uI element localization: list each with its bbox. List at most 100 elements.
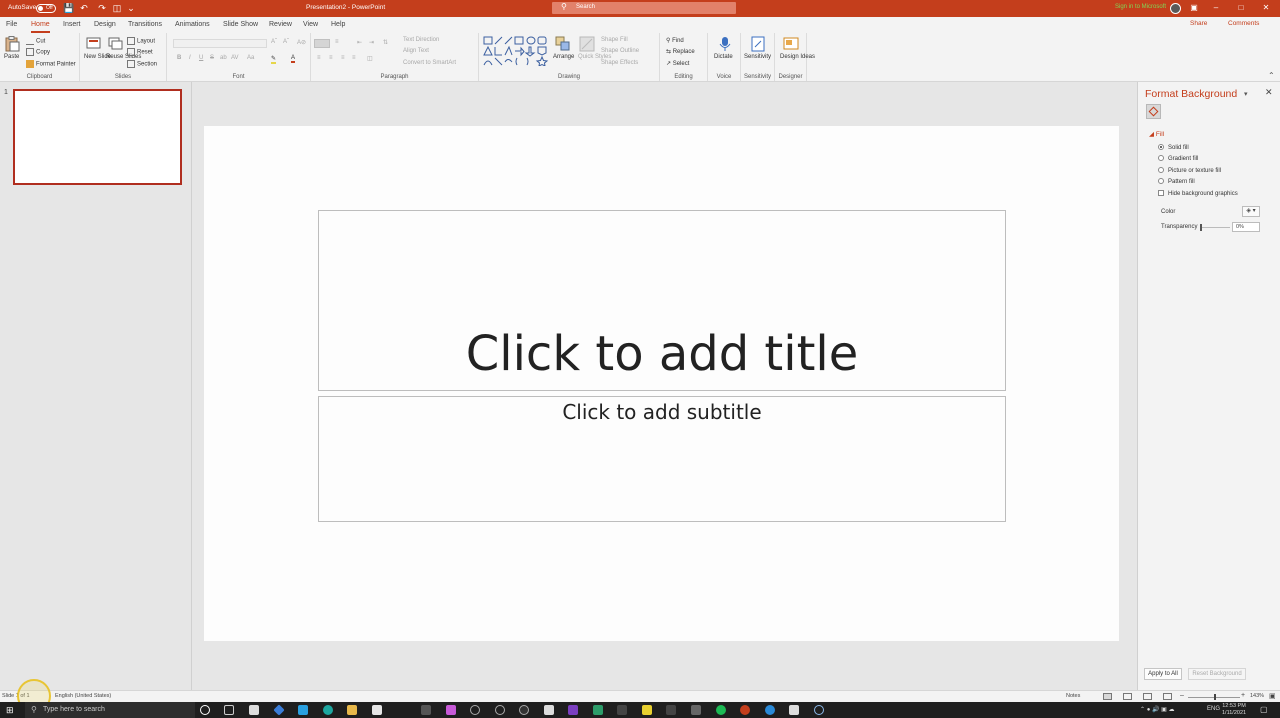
reset-button[interactable]: Reset <box>127 48 153 56</box>
taskbar-app-icon[interactable] <box>519 705 529 715</box>
fill-category-icon[interactable] <box>1146 104 1161 119</box>
sensitivity-button[interactable]: Sensitivity <box>744 54 771 60</box>
italic-button[interactable]: I <box>189 55 191 61</box>
undo-icon[interactable]: ↶ <box>79 3 89 13</box>
powerpoint-icon[interactable] <box>740 705 750 715</box>
align-right-icon[interactable]: ≡ <box>341 55 345 61</box>
fill-section-header[interactable]: ◢ Fill <box>1149 130 1164 138</box>
shape-effects-button[interactable]: Shape Effects <box>601 60 638 66</box>
taskbar-app-icon[interactable] <box>617 705 627 715</box>
spotify-icon[interactable] <box>716 705 726 715</box>
text-shadow-button[interactable]: ab <box>220 55 227 61</box>
shape-fill-button[interactable]: Shape Fill <box>601 37 628 43</box>
find-button[interactable]: ⚲ Find <box>666 37 684 44</box>
notes-button[interactable]: Notes <box>1066 693 1080 699</box>
shape-outline-button[interactable]: Shape Outline <box>601 48 639 54</box>
replace-button[interactable]: ⇆ Replace <box>666 48 695 55</box>
maximize-icon[interactable]: □ <box>1234 2 1248 14</box>
justify-icon[interactable]: ≡ <box>352 55 356 61</box>
start-from-beginning-icon[interactable]: ◫ <box>112 3 122 13</box>
tab-animations[interactable]: Animations <box>175 20 210 33</box>
zoom-out-icon[interactable]: – <box>1180 692 1184 699</box>
share-button[interactable]: Share <box>1190 20 1207 27</box>
pane-close-icon[interactable]: ✕ <box>1265 87 1273 98</box>
tab-help[interactable]: Help <box>331 20 345 33</box>
bullets-icon[interactable] <box>314 39 330 48</box>
section-button[interactable]: Section <box>127 60 157 68</box>
convert-smartart-button[interactable]: Convert to SmartArt <box>403 60 456 66</box>
zoom-in-icon[interactable]: + <box>1241 692 1245 699</box>
comments-button[interactable]: Comments <box>1228 20 1259 27</box>
taskbar-app-icon[interactable] <box>568 705 578 715</box>
taskbar-app-icon[interactable] <box>593 705 603 715</box>
increase-indent-icon[interactable]: ⇥ <box>369 39 374 46</box>
autosave-toggle[interactable]: Off <box>36 4 56 13</box>
transparency-input[interactable]: 0% <box>1232 222 1260 232</box>
avatar[interactable] <box>1170 3 1181 14</box>
slide-show-view-icon[interactable] <box>1163 693 1172 700</box>
cut-button[interactable]: Cut <box>26 37 45 45</box>
tab-slide-show[interactable]: Slide Show <box>223 20 258 33</box>
reading-view-icon[interactable] <box>1143 693 1152 700</box>
zoom-level[interactable]: 143% <box>1250 693 1264 699</box>
taskbar-app-icon[interactable] <box>273 704 285 716</box>
cortana-icon[interactable] <box>200 705 210 715</box>
windows-start-icon[interactable]: ⊞ <box>6 705 14 716</box>
shapes-gallery[interactable] <box>483 36 549 66</box>
arrange-button[interactable]: Arrange <box>553 54 574 60</box>
taskbar-app-icon[interactable] <box>691 705 701 715</box>
taskbar-app-icon[interactable] <box>544 705 554 715</box>
fit-to-window-icon[interactable]: ▣ <box>1269 692 1276 700</box>
customize-toolbar-icon[interactable]: ⌄ <box>126 3 136 13</box>
increase-font-icon[interactable]: Aˆ <box>271 39 277 45</box>
ribbon-display-options-icon[interactable]: ▣ <box>1187 2 1201 14</box>
copy-button[interactable]: Copy <box>26 48 50 56</box>
system-tray-icons[interactable]: ⌃ ● 🔊 ▣ ☁ <box>1140 706 1174 713</box>
font-color-icon[interactable]: A <box>291 55 296 63</box>
reset-background-button[interactable]: Reset Background <box>1188 668 1246 680</box>
solid-fill-radio[interactable]: Solid fill <box>1158 144 1189 151</box>
select-button[interactable]: ↗ Select <box>666 60 689 67</box>
change-case-button[interactable]: Aa <box>247 55 254 61</box>
input-language[interactable]: ENG <box>1207 706 1220 712</box>
decrease-font-icon[interactable]: Aˇ <box>283 39 289 45</box>
taskbar-app-icon[interactable] <box>446 705 456 715</box>
pane-options-chevron-icon[interactable]: ▾ <box>1244 90 1248 98</box>
pattern-fill-radio[interactable]: Pattern fill <box>1158 178 1195 185</box>
picture-texture-fill-radio[interactable]: Picture or texture fill <box>1158 167 1221 174</box>
font-name-dropdown[interactable] <box>173 39 267 48</box>
character-spacing-button[interactable]: AV <box>231 55 239 61</box>
slide-thumbnail[interactable] <box>13 89 182 185</box>
highlight-color-icon[interactable]: ✎ <box>271 55 277 64</box>
taskbar-app-icon[interactable] <box>789 705 799 715</box>
layout-button[interactable]: Layout <box>127 37 155 45</box>
design-ideas-button[interactable]: Design Ideas <box>780 54 815 61</box>
bold-button[interactable]: B <box>177 55 181 61</box>
dictate-button[interactable]: Dictate <box>714 54 733 60</box>
taskbar-app-icon[interactable] <box>470 705 480 715</box>
tab-file[interactable]: File <box>6 20 17 33</box>
paste-button[interactable]: Paste <box>4 54 19 60</box>
system-clock[interactable]: 12:53 PM 1/11/2021 <box>1222 703 1246 717</box>
align-left-icon[interactable]: ≡ <box>317 55 321 61</box>
underline-button[interactable]: U <box>199 55 203 61</box>
tab-view[interactable]: View <box>303 20 318 33</box>
user-name[interactable]: Sign in to Microsoft <box>1115 4 1166 10</box>
columns-icon[interactable]: ◫ <box>367 55 373 62</box>
normal-view-icon[interactable] <box>1103 693 1112 700</box>
zoom-slider-knob[interactable] <box>1214 694 1216 700</box>
clear-formatting-icon[interactable]: A⊘ <box>297 39 306 46</box>
transparency-slider[interactable] <box>1200 224 1230 231</box>
notification-center-icon[interactable]: ▢ <box>1260 705 1268 714</box>
taskbar-app-icon[interactable] <box>765 705 775 715</box>
transparency-slider-knob[interactable] <box>1200 224 1202 231</box>
align-center-icon[interactable]: ≡ <box>329 55 333 61</box>
collapse-ribbon-icon[interactable]: ⌃ <box>1268 71 1275 80</box>
language-indicator[interactable]: English (United States) <box>55 693 111 699</box>
taskbar-search-box[interactable]: ⚲ Type here to search <box>25 702 195 718</box>
gradient-fill-radio[interactable]: Gradient fill <box>1158 155 1198 162</box>
tab-review[interactable]: Review <box>269 20 292 33</box>
tab-home[interactable]: Home <box>31 20 50 33</box>
tab-design[interactable]: Design <box>94 20 116 33</box>
strikethrough-button[interactable]: S <box>210 55 214 61</box>
